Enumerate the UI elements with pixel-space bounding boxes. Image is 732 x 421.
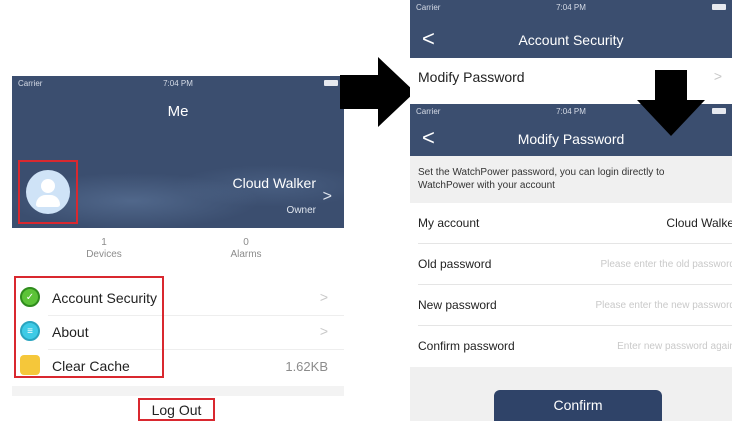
section-divider xyxy=(12,386,344,396)
menu-highlight xyxy=(14,276,164,378)
page-title: Account Security xyxy=(518,32,624,48)
chevron-right-icon: > xyxy=(319,289,328,305)
status-time: 7:04 PM xyxy=(163,79,193,88)
carrier-label: Carrier xyxy=(18,79,43,88)
alarms-count: 0 xyxy=(243,237,249,248)
arrow-right-icon xyxy=(340,57,415,127)
account-security-navbar: Carrier 7:04 PM < Account Security xyxy=(410,0,732,58)
cache-size: 1.62KB xyxy=(285,359,328,374)
battery-icon xyxy=(324,80,338,86)
old-password-row: Old password xyxy=(410,244,732,285)
arrow-down-icon xyxy=(637,70,705,136)
new-password-label: New password xyxy=(418,298,497,312)
page-title: Me xyxy=(167,103,189,120)
modify-password-label: Modify Password xyxy=(418,69,525,85)
stats-bar: 1 Devices 0 Alarms xyxy=(12,228,344,270)
carrier-label: Carrier xyxy=(416,3,441,12)
new-password-row: New password xyxy=(410,285,732,326)
user-role: Owner xyxy=(286,205,316,216)
me-screen: Carrier 7:04 PM Me Cloud Walker Owner > … xyxy=(12,76,344,421)
devices-label: Devices xyxy=(86,249,122,260)
chevron-right-icon: > xyxy=(713,68,722,84)
user-icon-body xyxy=(36,195,60,207)
battery-icon xyxy=(712,4,726,10)
status-time: 7:04 PM xyxy=(556,107,586,116)
user-icon xyxy=(41,179,55,193)
account-row: My account Cloud Walker xyxy=(410,203,732,244)
avatar[interactable] xyxy=(26,170,70,214)
devices-count: 1 xyxy=(101,237,107,248)
account-value: Cloud Walker xyxy=(666,216,732,230)
profile-chevron-icon[interactable]: > xyxy=(323,188,332,206)
profile-header: Carrier 7:04 PM Me Cloud Walker Owner > xyxy=(12,76,344,228)
status-bar: Carrier 7:04 PM xyxy=(12,76,344,90)
confirm-password-row: Confirm password xyxy=(410,326,732,367)
user-name: Cloud Walker xyxy=(232,175,316,191)
old-password-input[interactable] xyxy=(560,253,732,275)
confirm-password-input[interactable] xyxy=(560,335,732,357)
stat-devices[interactable]: 1 Devices xyxy=(54,237,154,261)
chevron-right-icon: > xyxy=(319,323,328,339)
form-description: Set the WatchPower password, you can log… xyxy=(418,167,665,191)
confirm-password-label: Confirm password xyxy=(418,339,515,353)
carrier-label: Carrier xyxy=(416,107,441,116)
alarms-label: Alarms xyxy=(230,249,262,260)
password-screens: Carrier 7:04 PM < Account Security Modif… xyxy=(410,0,732,421)
confirm-button[interactable]: Confirm xyxy=(494,390,662,421)
battery-icon xyxy=(712,108,726,114)
old-password-label: Old password xyxy=(418,257,492,271)
status-bar: Carrier 7:04 PM xyxy=(410,0,732,14)
avatar-highlight xyxy=(18,160,78,224)
account-label: My account xyxy=(418,216,480,230)
stat-alarms[interactable]: 0 Alarms xyxy=(196,237,296,261)
new-password-input[interactable] xyxy=(560,294,732,316)
logout-button[interactable]: Log Out xyxy=(138,398,215,421)
logout-label: Log Out xyxy=(151,402,202,418)
status-time: 7:04 PM xyxy=(556,3,586,12)
